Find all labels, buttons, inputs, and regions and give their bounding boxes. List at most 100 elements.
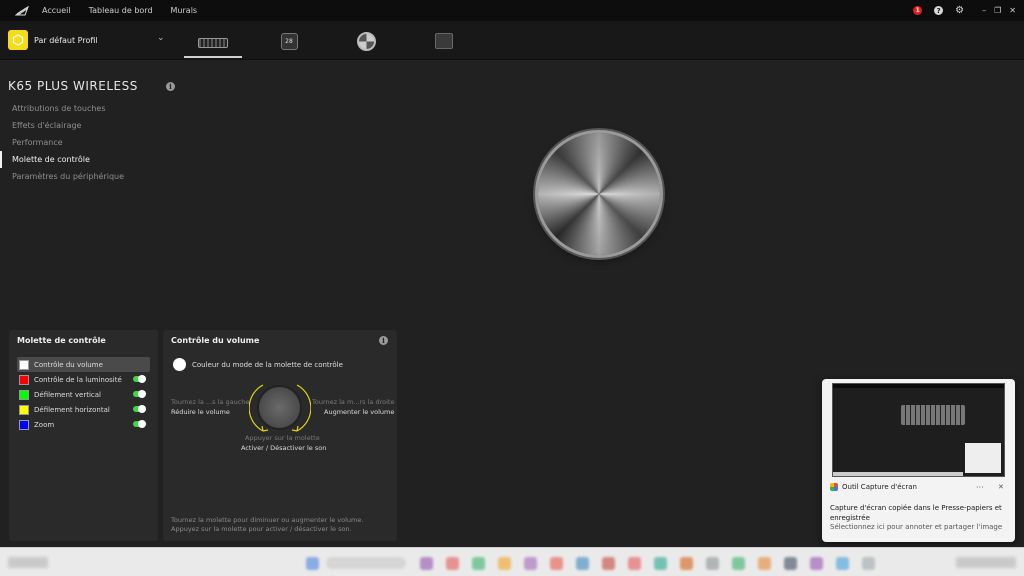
screenshot-thumbnail[interactable] xyxy=(832,383,1005,477)
start-icon[interactable] xyxy=(306,557,319,570)
page-title: K65 PLUS WIRELESS xyxy=(8,79,138,93)
taskbar-app-icon[interactable] xyxy=(576,557,589,570)
toast-message: Capture d'écran copiée dans le Presse-pa… xyxy=(830,504,1002,522)
dial-knob-icon xyxy=(257,385,302,430)
info-icon[interactable]: i xyxy=(379,336,388,345)
restore-icon[interactable]: ❐ xyxy=(994,6,1001,15)
menu-item-device-settings[interactable]: Paramètres du périphérique xyxy=(0,168,170,185)
right-action-label: Tournez la m...rs la droite xyxy=(312,398,395,406)
profile-hexagon-icon[interactable] xyxy=(8,30,28,50)
taskbar-app-icon[interactable] xyxy=(680,557,693,570)
taskbar xyxy=(0,547,1024,576)
menu-item-control-dial[interactable]: Molette de contrôle xyxy=(0,151,170,168)
device-keyboard-tab[interactable] xyxy=(184,29,242,58)
taskbar-app-icon[interactable] xyxy=(498,557,511,570)
hub-icon xyxy=(435,33,453,49)
profile-bar: Par défaut Profil ⌄ 28 xyxy=(0,21,1024,60)
nav-dashboard[interactable]: Tableau de bord xyxy=(89,6,153,15)
instruction-line: Appuyez sur la molette pour activer / dé… xyxy=(171,525,352,533)
mode-toggle[interactable] xyxy=(133,390,146,398)
notification-icon[interactable]: 1 xyxy=(913,6,923,15)
cooler-display-icon: 28 xyxy=(280,32,298,50)
mode-toggle[interactable] xyxy=(133,375,146,383)
toast-app-name: Outil Capture d'écran xyxy=(830,483,917,491)
snip-notification[interactable]: Outil Capture d'écran ··· ✕ Capture d'éc… xyxy=(822,379,1015,542)
press-action-label: Appuyer sur la molette xyxy=(245,434,320,442)
system-tray[interactable] xyxy=(956,557,1016,568)
taskbar-app-icon[interactable] xyxy=(524,557,537,570)
minimize-icon[interactable]: – xyxy=(982,6,986,15)
left-action-label: Tournez la ...s la gauche xyxy=(171,398,250,406)
color-label: Couleur du mode de la molette de contrôl… xyxy=(192,361,343,369)
taskbar-app-icon[interactable] xyxy=(472,557,485,570)
snipping-tool-icon xyxy=(830,483,838,491)
instruction-text: Tournez la molette pour diminuer ou augm… xyxy=(171,516,363,534)
taskbar-app-icon[interactable] xyxy=(706,557,719,570)
toast-subtext: Sélectionnez ici pour annoter et partage… xyxy=(830,523,1003,531)
device-cooler-tab[interactable]: 28 xyxy=(278,30,300,52)
weather-widget[interactable] xyxy=(8,557,48,568)
mode-toggle[interactable] xyxy=(133,405,146,413)
mode-brightness[interactable]: Contrôle de la luminosité xyxy=(17,372,150,387)
dial-modes-panel: Molette de contrôle Contrôle du volume C… xyxy=(9,330,158,541)
mode-label: Défilement horizontal xyxy=(34,405,110,414)
taskbar-app-icon[interactable] xyxy=(862,557,875,570)
menu-item-lighting-effects[interactable]: Effets d'éclairage xyxy=(0,117,170,134)
color-swatch[interactable] xyxy=(19,404,29,415)
taskbar-app-icon[interactable] xyxy=(784,557,797,570)
info-icon[interactable]: i xyxy=(166,82,175,91)
corsair-logo-icon[interactable] xyxy=(12,0,32,21)
more-options-icon[interactable]: ··· xyxy=(976,483,984,492)
color-swatch[interactable] xyxy=(19,389,29,400)
mode-label: Contrôle de la luminosité xyxy=(34,375,122,384)
search-box[interactable] xyxy=(326,557,406,569)
taskbar-app-icon[interactable] xyxy=(628,557,641,570)
taskbar-app-icon[interactable] xyxy=(758,557,771,570)
toast-app-label: Outil Capture d'écran xyxy=(842,483,917,491)
mode-zoom[interactable]: Zoom xyxy=(17,417,150,432)
instruction-line: Tournez la molette pour diminuer ou augm… xyxy=(171,516,364,524)
color-swatch[interactable] xyxy=(19,419,29,430)
taskbar-app-icon[interactable] xyxy=(602,557,615,570)
control-dial-image xyxy=(538,133,660,255)
mode-label: Zoom xyxy=(34,420,55,429)
profile-name[interactable]: Par défaut Profil xyxy=(34,36,98,45)
color-swatch[interactable] xyxy=(19,359,29,370)
help-icon[interactable]: ? xyxy=(934,6,944,15)
press-action-value: Activer / Désactiver le son xyxy=(241,444,327,452)
taskbar-app-icon[interactable] xyxy=(446,557,459,570)
menu-item-key-assignments[interactable]: Attributions de touches xyxy=(0,100,170,117)
mode-color-picker[interactable] xyxy=(173,358,186,371)
taskbar-app-icon[interactable] xyxy=(550,557,563,570)
gear-icon[interactable]: ⚙ xyxy=(955,5,964,16)
taskbar-app-icon[interactable] xyxy=(420,557,433,570)
mode-volume[interactable]: Contrôle du volume xyxy=(17,357,150,372)
keyboard-icon xyxy=(198,37,228,48)
mode-label: Défilement vertical xyxy=(34,390,101,399)
taskbar-app-icon[interactable] xyxy=(654,557,667,570)
device-settings-menu: Attributions de touches Effets d'éclaira… xyxy=(0,100,170,185)
volume-control-panel: Contrôle du volume i Couleur du mode de … xyxy=(163,330,397,541)
close-icon[interactable]: ✕ xyxy=(1009,6,1016,15)
mode-vertical-scroll[interactable]: Défilement vertical xyxy=(17,387,150,402)
close-icon[interactable]: ✕ xyxy=(998,483,1004,491)
right-action-value: Augmenter le volume xyxy=(324,408,395,416)
device-hub-tab[interactable] xyxy=(433,30,455,52)
color-swatch[interactable] xyxy=(19,374,29,385)
panel-title: Contrôle du volume xyxy=(171,336,260,345)
menu-item-performance[interactable]: Performance xyxy=(0,134,170,151)
mode-toggle[interactable] xyxy=(133,420,146,428)
title-bar: Accueil Tableau de bord Murals 1 ? ⚙ – ❐… xyxy=(0,0,1024,21)
mode-horizontal-scroll[interactable]: Défilement horizontal xyxy=(17,402,150,417)
device-fan-tab[interactable] xyxy=(355,30,377,52)
taskbar-app-icon[interactable] xyxy=(732,557,745,570)
nav-home[interactable]: Accueil xyxy=(42,6,71,15)
mode-label: Contrôle du volume xyxy=(34,360,103,369)
chevron-down-icon[interactable]: ⌄ xyxy=(157,33,165,43)
dial-diagram xyxy=(249,377,311,439)
fan-icon xyxy=(356,31,376,51)
left-action-value: Réduire le volume xyxy=(171,408,230,416)
nav-murals[interactable]: Murals xyxy=(171,6,198,15)
taskbar-app-icon[interactable] xyxy=(836,557,849,570)
taskbar-app-icon[interactable] xyxy=(810,557,823,570)
